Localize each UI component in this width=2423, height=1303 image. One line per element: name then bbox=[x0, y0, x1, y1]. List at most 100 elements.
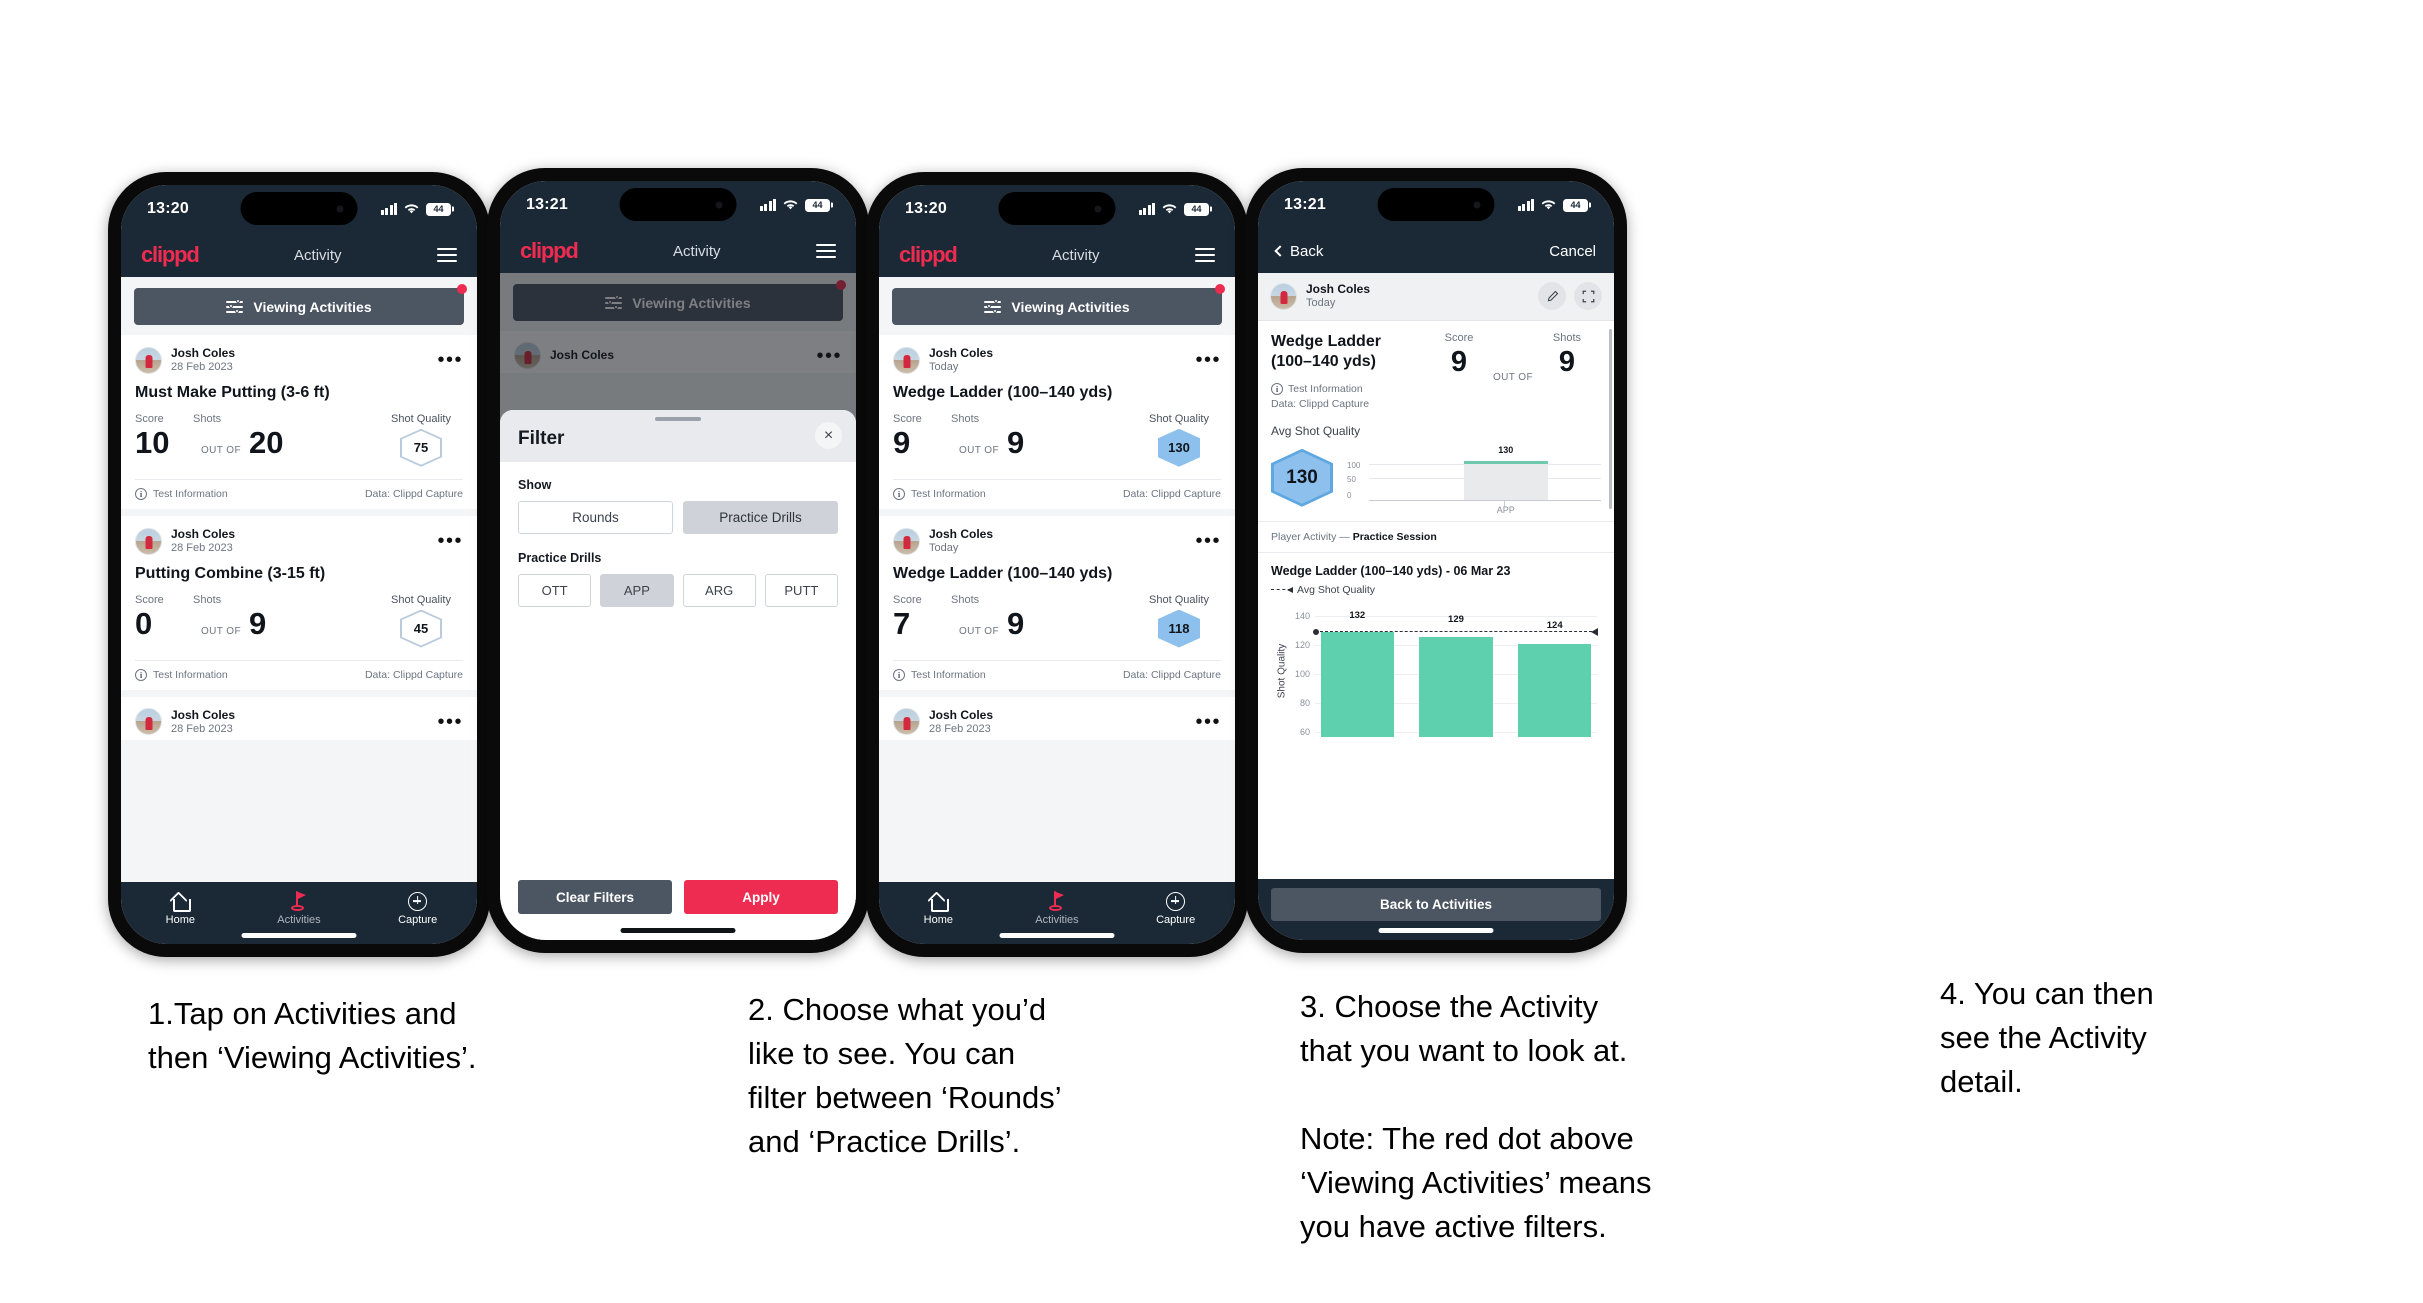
activity-card[interactable]: Josh Coles 28 Feb 2023 ••• Putting Combi… bbox=[121, 508, 477, 690]
viewing-activities-button[interactable]: Viewing Activities bbox=[134, 288, 464, 325]
bar-value-label: 132 bbox=[1349, 609, 1366, 621]
bar-value-label: 129 bbox=[1448, 613, 1464, 625]
cancel-button[interactable]: Cancel bbox=[1549, 243, 1596, 260]
filter-option-practice-drills[interactable]: Practice Drills bbox=[683, 501, 838, 534]
info-icon[interactable]: i bbox=[893, 668, 905, 681]
activity-card[interactable]: Josh Coles Today ••• Wedge Ladder (100–1… bbox=[879, 508, 1235, 690]
phone-3-screen: 13:20 44 clippd Activity Viewing Activit… bbox=[879, 185, 1235, 944]
tab-home[interactable]: Home bbox=[122, 890, 239, 926]
activity-card[interactable]: Josh Coles 28 Feb 2023 ••• Must Make Put… bbox=[121, 335, 477, 509]
menu-icon[interactable] bbox=[437, 248, 457, 262]
back-button[interactable]: Back bbox=[1274, 243, 1323, 260]
activity-date: Today bbox=[929, 361, 959, 373]
tab-capture-label: Capture bbox=[1156, 914, 1196, 926]
detail-user: Josh Coles Today bbox=[1270, 282, 1370, 311]
card-stats: Score 0 Shots OUT OF 9 Shot Quality 45 bbox=[135, 594, 463, 660]
mini-chart-value-label: 130 bbox=[1498, 444, 1514, 455]
chart-legend-label: Avg Shot Quality bbox=[1297, 583, 1376, 596]
mini-chart-ytick: 0 bbox=[1347, 490, 1352, 500]
tab-capture[interactable]: Capture bbox=[1117, 890, 1234, 926]
card-user: Josh Coles Today bbox=[893, 346, 993, 375]
card-more-icon[interactable]: ••• bbox=[437, 712, 463, 732]
score-value: 7 bbox=[893, 605, 911, 641]
card-header: Josh Coles 28 Feb 2023 ••• bbox=[135, 335, 463, 379]
menu-icon[interactable] bbox=[816, 244, 836, 258]
mini-chart-category-label: APP bbox=[1496, 504, 1515, 515]
battery-indicator: 44 bbox=[1184, 202, 1209, 216]
clear-filters-button[interactable]: Clear Filters bbox=[518, 880, 672, 914]
tab-home[interactable]: Home bbox=[880, 890, 997, 926]
mini-chart-axis bbox=[1369, 499, 1601, 501]
dynamic-island bbox=[998, 192, 1116, 225]
card-footer: i Test Information Data: Clippd Capture bbox=[893, 478, 1221, 509]
avatar bbox=[893, 527, 920, 555]
activity-date: 28 Feb 2023 bbox=[929, 722, 991, 735]
dashed-line-icon bbox=[1271, 586, 1293, 593]
home-icon bbox=[171, 893, 192, 912]
chart-bar bbox=[1419, 637, 1493, 737]
detail-actions bbox=[1538, 282, 1602, 311]
score-label: Score bbox=[893, 412, 922, 425]
drill-chip-app[interactable]: APP bbox=[600, 574, 674, 607]
shot-quality-value: 118 bbox=[1160, 611, 1198, 646]
close-icon[interactable]: × bbox=[815, 422, 842, 449]
out-of-label: OUT OF bbox=[959, 625, 999, 637]
activity-date: 28 Feb 2023 bbox=[171, 722, 233, 735]
filter-option-rounds[interactable]: Rounds bbox=[518, 501, 673, 534]
card-header: Josh Coles 28 Feb 2023 ••• bbox=[893, 697, 1221, 741]
card-more-icon[interactable]: ••• bbox=[1195, 531, 1221, 551]
practice-drill-chips: OTT APP ARG PUTT bbox=[518, 574, 838, 607]
info-icon[interactable]: i bbox=[135, 487, 147, 500]
drill-chip-ott[interactable]: OTT bbox=[518, 574, 592, 607]
edit-pencil-icon[interactable] bbox=[1538, 282, 1566, 311]
card-more-icon[interactable]: ••• bbox=[437, 531, 463, 551]
card-more-icon[interactable]: ••• bbox=[1195, 350, 1221, 370]
bottom-tab-bar: Home Activities Capture bbox=[879, 882, 1235, 944]
drill-chip-arg[interactable]: ARG bbox=[682, 574, 756, 607]
activity-card[interactable]: Josh Coles Today ••• Wedge Ladder (100–1… bbox=[879, 335, 1235, 509]
clippd-logo: clippd bbox=[520, 238, 579, 263]
drill-chip-putt[interactable]: PUTT bbox=[764, 574, 838, 607]
user-name: Josh Coles bbox=[929, 526, 994, 541]
tutorial-board: 13:20 44 clippd Activity Viewing Activit… bbox=[0, 0, 2423, 1303]
sheet-grabber[interactable] bbox=[655, 417, 701, 421]
info-icon[interactable]: i bbox=[1271, 382, 1283, 395]
golf-flag-icon bbox=[1047, 891, 1067, 911]
tab-home-label: Home bbox=[923, 914, 953, 926]
tab-activities[interactable]: Activities bbox=[240, 890, 357, 926]
clippd-logo: clippd bbox=[899, 242, 958, 267]
avg-reference-line bbox=[1313, 628, 1598, 637]
app-header: clippd Activity bbox=[500, 229, 856, 273]
wifi-icon bbox=[1162, 204, 1177, 214]
card-footer: i Test Information Data: Clippd Capture bbox=[135, 659, 463, 690]
mini-chart-ytick: 100 bbox=[1347, 460, 1361, 470]
player-activity-section-label: Player Activity — Practice Session bbox=[1258, 520, 1614, 552]
test-information-label: Test Information bbox=[911, 487, 986, 500]
card-more-icon[interactable]: ••• bbox=[437, 350, 463, 370]
status-icons: 44 bbox=[380, 202, 451, 216]
screen-body: Viewing Activities Josh Coles Today ••• … bbox=[879, 277, 1235, 882]
tab-capture[interactable]: Capture bbox=[359, 890, 476, 926]
viewing-activities-button[interactable]: Viewing Activities bbox=[892, 288, 1222, 325]
apply-button[interactable]: Apply bbox=[684, 880, 838, 914]
tab-capture-label: Capture bbox=[398, 914, 438, 926]
card-more-icon[interactable]: ••• bbox=[1195, 712, 1221, 732]
activity-card-partial[interactable]: Josh Coles 28 Feb 2023 ••• bbox=[121, 689, 477, 741]
info-icon[interactable]: i bbox=[135, 668, 147, 681]
activity-date: Today bbox=[1306, 297, 1336, 309]
bar-value-label: 124 bbox=[1546, 619, 1563, 631]
back-to-activities-button[interactable]: Back to Activities bbox=[1271, 888, 1601, 921]
fullscreen-icon[interactable] bbox=[1574, 282, 1602, 311]
avg-shot-quality-block: Avg Shot Quality 130 100 50 0 130 APP bbox=[1258, 419, 1614, 521]
avg-shot-quality-hexagon: 130 bbox=[1271, 448, 1333, 507]
plus-circle-icon bbox=[1166, 891, 1186, 911]
shot-quality-chart-card: Wedge Ladder (100–140 yds) - 06 Mar 23 A… bbox=[1258, 551, 1614, 737]
screen-body: Viewing Activities Josh Coles 28 Feb 202… bbox=[121, 277, 477, 882]
home-icon bbox=[929, 893, 950, 912]
tab-activities[interactable]: Activities bbox=[998, 890, 1115, 926]
scrollbar[interactable] bbox=[1609, 329, 1612, 509]
menu-icon[interactable] bbox=[1195, 248, 1215, 262]
activity-card-partial[interactable]: Josh Coles 28 Feb 2023 ••• bbox=[879, 689, 1235, 741]
home-indicator bbox=[1378, 928, 1494, 933]
info-icon[interactable]: i bbox=[893, 487, 905, 500]
